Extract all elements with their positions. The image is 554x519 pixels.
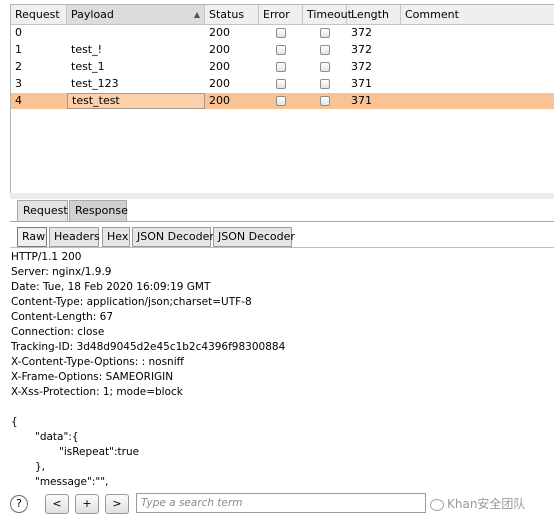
error-checkbox[interactable] [276,62,286,72]
timeout-checkbox[interactable] [320,96,330,106]
tab-request[interactable]: Request [17,200,68,221]
response-line: "data":{ [35,431,79,443]
watermark-text: Khan安全团队 [447,497,526,511]
col-request[interactable]: Request [11,5,67,24]
response-line: Tracking-ID: 3d48d9045d2e45c1b2c4396f983… [11,341,286,353]
table-row[interactable]: 2 test_1 200 372 [11,59,554,75]
table-row[interactable]: 0 200 372 [11,25,554,41]
watermark: Khan安全团队 [430,495,525,513]
results-table: Request Payload ▲ Status Error Timeout Le… [10,4,554,195]
subtabs-divider [10,247,554,248]
response-line: X-Frame-Options: SAMEORIGIN [11,371,174,383]
cell-request: 1 [15,43,22,56]
tab-json-decoder-2[interactable]: JSON Decoder [213,227,295,247]
col-payload[interactable]: Payload ▲ [67,5,205,24]
response-line: X-Xss-Protection: 1; mode=block [11,386,183,398]
response-line: Content-Type: application/json;charset=U… [11,296,252,308]
response-line: Connection: close [11,326,105,338]
table-header: Request Payload ▲ Status Error Timeout Le… [11,5,554,25]
table-row[interactable]: 4 test_test 200 371 [11,93,554,109]
tab-raw[interactable]: Raw [17,227,47,247]
response-line: Date: Tue, 18 Feb 2020 16:09:19 GMT [11,281,211,293]
cell-status: 200 [209,94,230,107]
response-line: "message":"", [35,476,109,487]
tabs-divider [10,221,554,222]
response-line: }, [35,461,46,473]
timeout-checkbox[interactable] [320,62,330,72]
timeout-checkbox[interactable] [320,28,330,38]
cell-status: 200 [209,43,230,56]
cell-status: 200 [209,60,230,73]
cell-request: 3 [15,77,22,90]
table-row[interactable]: 1 test_! 200 372 [11,42,554,58]
cell-payload: test_1 [71,60,105,73]
tab-response[interactable]: Response [69,200,128,221]
help-icon[interactable]: ? [10,495,28,513]
tab-headers[interactable]: Headers [49,227,100,247]
table-row[interactable]: 3 test_123 200 371 [11,76,554,92]
response-line: { [11,416,18,428]
cell-payload: test_test [67,93,205,109]
cell-length: 371 [351,94,372,107]
response-line: X-Content-Type-Options: : nosniff [11,356,184,368]
error-checkbox[interactable] [276,28,286,38]
error-checkbox[interactable] [276,96,286,106]
timeout-checkbox[interactable] [320,45,330,55]
cell-payload: test_! [71,43,103,56]
col-error[interactable]: Error [259,5,303,24]
response-editor[interactable]: HTTP/1.1 200 Server: nginx/1.9.9 Date: T… [10,250,554,487]
tab-hex[interactable]: Hex [102,227,130,247]
cell-length: 372 [351,60,372,73]
error-checkbox[interactable] [276,45,286,55]
col-comment[interactable]: Comment [401,5,554,24]
col-payload-label: Payload [71,8,114,21]
search-input[interactable]: Type a search term [136,493,426,513]
response-line: Content-Length: 67 [11,311,114,323]
cell-status: 200 [209,26,230,39]
sort-ascending-icon: ▲ [193,10,200,19]
cell-status: 200 [209,77,230,90]
search-bar: ? < + > Type a search term Khan安全团队 [0,489,554,519]
cell-length: 372 [351,26,372,39]
response-line: "isRepeat":true [59,446,140,458]
timeout-checkbox[interactable] [320,79,330,89]
wechat-icon [430,498,444,511]
cell-length: 372 [351,43,372,56]
response-line: Server: nginx/1.9.9 [11,266,112,278]
col-length[interactable]: Length [347,5,401,24]
pane-splitter[interactable] [10,193,554,199]
cell-request: 0 [15,26,22,39]
error-checkbox[interactable] [276,79,286,89]
next-match-button[interactable]: > [105,494,129,514]
previous-match-button[interactable]: < [45,494,69,514]
tab-json-decoder-1[interactable]: JSON Decoder [132,227,214,247]
cell-payload: test_123 [71,77,119,90]
cell-payload [67,25,205,41]
cell-request: 4 [15,94,22,107]
cell-request: 2 [15,60,22,73]
col-timeout[interactable]: Timeout [303,5,352,24]
response-line: HTTP/1.1 200 [11,251,82,263]
add-button[interactable]: + [75,494,99,514]
col-status[interactable]: Status [205,5,259,24]
cell-length: 371 [351,77,372,90]
